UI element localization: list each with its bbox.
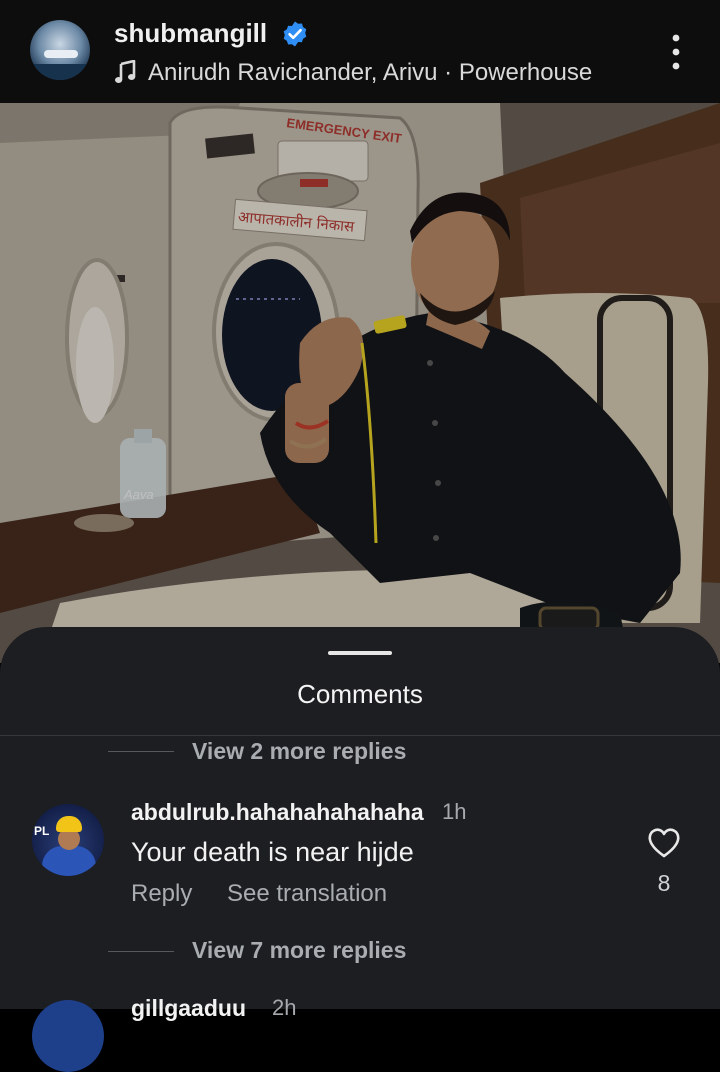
see-translation-button[interactable]: See translation (227, 880, 387, 908)
comment-timestamp: 1h (442, 799, 467, 824)
music-note-icon (115, 60, 136, 83)
reply-button[interactable]: Reply (131, 880, 192, 908)
avatar-pl-mark: PL (34, 824, 50, 838)
comment-text: Your death is near hijde (131, 837, 414, 867)
like-count: 8 (657, 870, 671, 896)
next-commenter-avatar[interactable] (32, 1000, 104, 1072)
avatar-sky (30, 64, 90, 80)
sheet-drag-handle[interactable] (328, 651, 392, 655)
avatar-plane (44, 50, 78, 58)
more-options-icon[interactable] (662, 30, 690, 74)
view-more-replies-button[interactable]: View 7 more replies (192, 937, 406, 964)
sheet-divider (0, 735, 720, 736)
post-header: shubmangill Anirudh Ravichander, Arivu ·… (0, 0, 720, 103)
avatar-body (42, 846, 96, 876)
view-more-replies-button[interactable]: View 2 more replies (192, 738, 406, 765)
replies-thread-line (108, 751, 174, 752)
audio-track-link[interactable]: Anirudh Ravichander, Arivu · Powerhouse (148, 59, 592, 87)
post-username[interactable]: shubmangill (114, 18, 267, 49)
post-photo[interactable]: EMERGENCY EXIT आपातकालीन निकास Aava (0, 103, 720, 663)
verified-badge-icon (283, 21, 307, 47)
commenter-avatar[interactable]: PL (32, 804, 104, 876)
post-photo-illustration: EMERGENCY EXIT आपातकालीन निकास Aava (0, 103, 720, 663)
heart-icon[interactable] (647, 827, 681, 859)
profile-avatar[interactable] (30, 20, 90, 80)
comments-sheet: Comments View 2 more replies PL abdulrub… (0, 627, 720, 1072)
commenter-username[interactable]: abdulrub.hahahahahahaha (131, 799, 424, 826)
replies-thread-line (108, 951, 174, 952)
comments-title: Comments (297, 679, 423, 709)
photo-dim-overlay (0, 103, 720, 663)
next-comment-timestamp: 2h (272, 995, 297, 1020)
avatar-cap (56, 816, 82, 832)
